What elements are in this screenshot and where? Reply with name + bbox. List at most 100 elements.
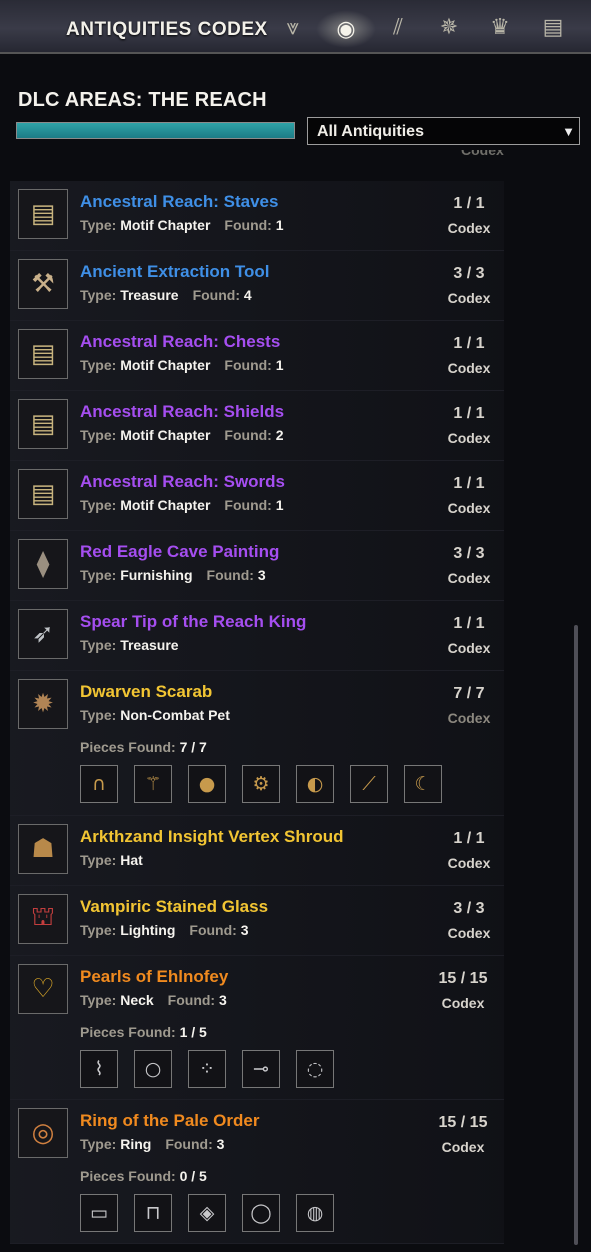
found-value: 3 <box>216 1136 225 1152</box>
antiquity-meta: Type: Motif Chapter Found: 1 <box>80 217 298 233</box>
compass-icon: ✵ <box>439 14 459 40</box>
type-value: Furnishing <box>120 567 193 583</box>
codex-count: 1 / 1 <box>453 475 485 492</box>
antiquity-row[interactable]: ▤ Ancestral Reach: Staves Type: Motif Chap… <box>10 181 504 251</box>
scarab-icon: ✹ <box>18 679 68 729</box>
type-value: Non-Combat Pet <box>120 707 230 723</box>
antiquity-meta: Type: Treasure Found: 4 <box>80 287 266 303</box>
hoop-piece-icon[interactable]: ◯ <box>242 1194 280 1232</box>
codex-tab[interactable]: ◉ <box>323 6 369 52</box>
strand-piece-icon[interactable]: ◌ <box>296 1050 334 1088</box>
antiquity-name: Pearls of Ehlnofey <box>80 967 229 986</box>
band-piece-icon[interactable]: ▭ <box>80 1194 118 1232</box>
found-label: Found: <box>165 1136 217 1152</box>
antiquity-row[interactable]: ➶ Spear Tip of the Reach King Type: Treasu… <box>10 601 504 671</box>
dome-piece-icon[interactable]: ● <box>188 765 226 803</box>
stone-piece-icon[interactable]: ◈ <box>188 1194 226 1232</box>
codex-label[interactable]: Codex <box>434 925 504 941</box>
codex-label[interactable]: Codex <box>434 500 504 516</box>
antiquity-row[interactable]: ◎ Ring of the Pale Order Type: Ring Found: … <box>10 1100 504 1244</box>
type-label: Type: <box>80 852 121 868</box>
scrollbar[interactable] <box>574 625 578 1245</box>
codex-count: 15 / 15 <box>438 970 488 987</box>
chain-piece-icon[interactable]: ⌇ <box>80 1050 118 1088</box>
clasp-piece-icon[interactable]: ⊸ <box>242 1050 280 1088</box>
antiquity-row[interactable]: ▤ Ancestral Reach: Shields Type: Motif Cha… <box>10 391 504 461</box>
antiquity-name: Vampiric Stained Glass <box>80 897 269 916</box>
lead-icon: ⩔ <box>286 14 300 40</box>
coil-piece-icon[interactable]: ∩ <box>80 765 118 803</box>
pieces-found-value: 0 / 5 <box>179 1168 207 1184</box>
antiquity-filter-dropdown[interactable]: All Antiquities ▼ <box>307 117 580 145</box>
pieces-found-label: Pieces Found: 1 / 5 <box>80 1024 207 1040</box>
codex-label[interactable]: Codex <box>434 430 504 446</box>
claw-piece-icon[interactable]: ☾ <box>404 765 442 803</box>
type-label: Type: <box>80 707 121 723</box>
antiquity-name: Ring of the Pale Order <box>80 1111 260 1130</box>
codex-label[interactable]: Codex <box>434 855 504 871</box>
antiquity-name: Red Eagle Cave Painting <box>80 542 280 561</box>
signet-piece-icon[interactable]: ◍ <box>296 1194 334 1232</box>
scroll-icon: ▤ <box>18 399 68 449</box>
antiquity-meta: Type: Treasure <box>80 637 193 653</box>
antiquity-row[interactable]: ⧫ Red Eagle Cave Painting Type: Furnishing… <box>10 531 504 601</box>
type-value: Ring <box>120 1136 152 1152</box>
category-title: DLC AREAS: THE REACH <box>18 89 267 111</box>
codex-label[interactable]: Codex <box>434 360 504 376</box>
antiquity-row[interactable]: ♡ Pearls of Ehlnofey Type: Neck Found: 3 15 … <box>10 956 504 1100</box>
found-value: 3 <box>218 992 227 1008</box>
trophy-icon: ♛ <box>490 14 510 40</box>
found-label: Found: <box>206 567 258 583</box>
antiquity-name: Arkthzand Insight Vertex Shroud <box>80 827 344 846</box>
antiquity-row[interactable]: ⚒ Ancient Extraction Tool Type: Treasure Fo… <box>10 251 504 321</box>
antiquity-name: Ancestral Reach: Chests <box>80 332 281 351</box>
codex-label[interactable]: Codex <box>434 640 504 656</box>
type-value: Treasure <box>120 287 179 303</box>
chevron-down-icon[interactable]: ▼ <box>562 124 575 139</box>
staff-piece-icon[interactable]: ⚚ <box>134 765 172 803</box>
journal-tab[interactable]: ⫽ <box>381 10 415 44</box>
codex-label[interactable]: Codex <box>428 995 498 1011</box>
antiquity-meta: Type: Non-Combat Pet <box>80 707 244 723</box>
stained-glass-icon: ⛫ <box>18 894 68 944</box>
book-icon: ▤ <box>542 14 564 40</box>
codex-label[interactable]: Codex <box>434 570 504 586</box>
beads-piece-icon[interactable]: ⁘ <box>188 1050 226 1088</box>
antiquity-meta: Type: Furnishing Found: 3 <box>80 567 280 583</box>
antiquity-name: Spear Tip of the Reach King <box>80 612 307 631</box>
compass-tab[interactable]: ✵ <box>432 10 466 44</box>
wing-piece-icon[interactable]: ◐ <box>296 765 334 803</box>
antiquity-row[interactable]: ▤ Ancestral Reach: Chests Type: Motif Chap… <box>10 321 504 391</box>
type-label: Type: <box>80 922 121 938</box>
codex-label[interactable]: Codex <box>434 290 504 306</box>
type-label: Type: <box>80 637 121 653</box>
necklace-icon: ♡ <box>18 964 68 1014</box>
codex-label[interactable]: Codex <box>434 710 504 726</box>
antiquity-row[interactable]: ✹ Dwarven Scarab Type: Non-Combat Pet 7 / 7… <box>10 671 504 816</box>
leg-piece-icon[interactable]: ⟋ <box>350 765 388 803</box>
gear-piece-icon[interactable]: ⚙ <box>242 765 280 803</box>
pearl-piece-icon[interactable]: ○ <box>134 1050 172 1088</box>
journal-icon: ⫽ <box>393 14 403 40</box>
codex-count: 1 / 1 <box>453 615 485 632</box>
antiquity-meta: Type: Lighting Found: 3 <box>80 922 263 938</box>
antiquity-meta: Type: Motif Chapter Found: 2 <box>80 427 298 443</box>
antiquity-meta: Type: Motif Chapter Found: 1 <box>80 357 298 373</box>
lead-tab[interactable]: ⩔ <box>276 10 310 44</box>
type-value: Motif Chapter <box>120 217 211 233</box>
codex-label[interactable]: Codex <box>428 1139 498 1155</box>
codex-label[interactable]: Codex <box>434 220 504 236</box>
trophy-tab[interactable]: ♛ <box>483 10 517 44</box>
antiquity-row[interactable]: ☗ Arkthzand Insight Vertex Shroud Type: Ha… <box>10 816 504 886</box>
type-label: Type: <box>80 427 121 443</box>
found-value: 3 <box>257 567 266 583</box>
antiquity-row[interactable]: ▤ Ancestral Reach: Swords Type: Motif Chap… <box>10 461 504 531</box>
scroll-icon: ▤ <box>18 329 68 379</box>
book-tab[interactable]: ▤ <box>536 10 570 44</box>
setting-piece-icon[interactable]: ⊓ <box>134 1194 172 1232</box>
antiquity-list: ▤ Ancestral Reach: Staves Type: Motif Chap… <box>0 150 591 1252</box>
type-label: Type: <box>80 1136 121 1152</box>
type-label: Type: <box>80 217 121 233</box>
antiquity-row[interactable]: ⛫ Vampiric Stained Glass Type: Lighting Fou… <box>10 886 504 956</box>
antiquity-name: Ancestral Reach: Swords <box>80 472 286 491</box>
